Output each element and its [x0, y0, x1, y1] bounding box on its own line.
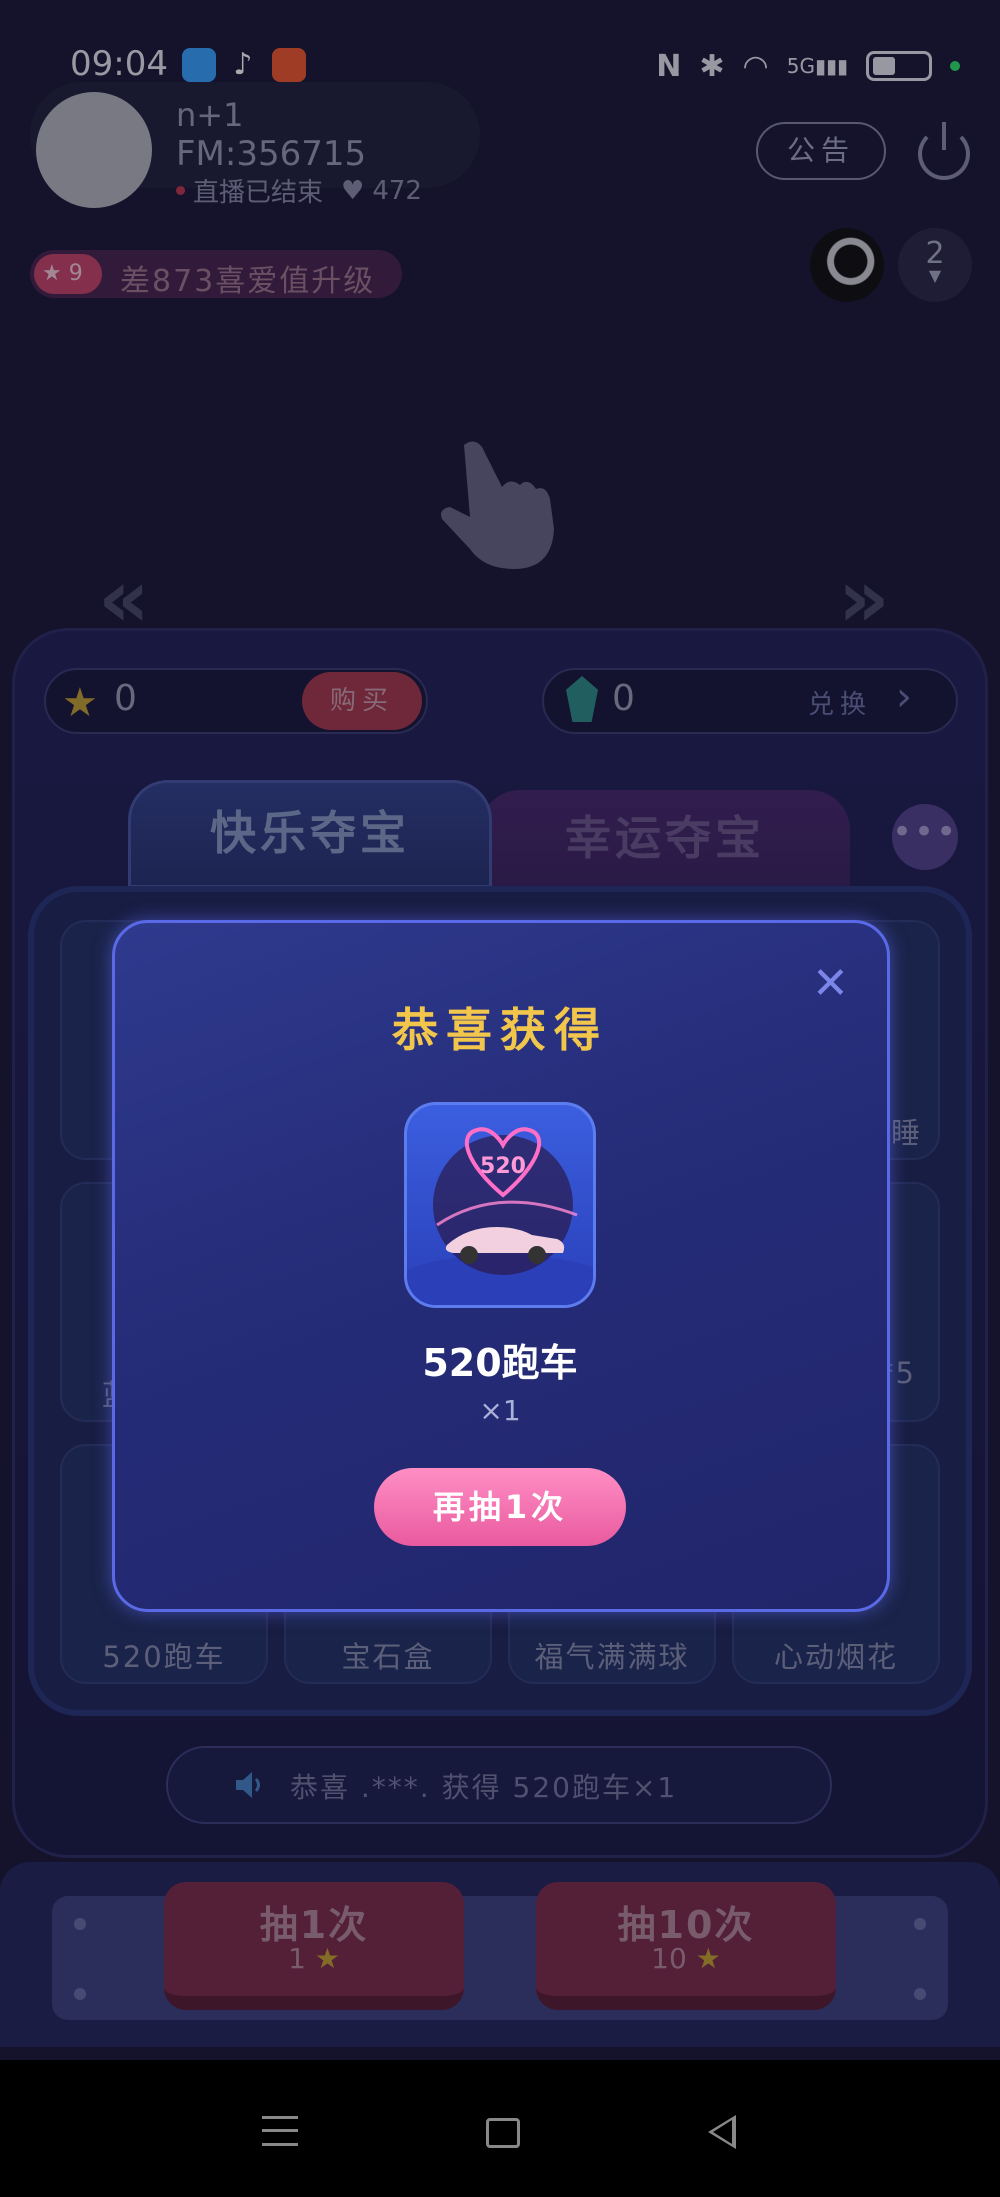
sports-car-icon: 520	[407, 1127, 593, 1305]
modal-title: 恭喜获得	[392, 1003, 608, 1057]
prize-badge-text: 520	[480, 1154, 526, 1179]
prize-name: 520跑车	[422, 1341, 578, 1385]
prize-quantity: ×1	[479, 1394, 521, 1427]
prize-image: 520	[404, 1102, 596, 1308]
menu-icon[interactable]	[262, 2116, 298, 2146]
back-icon[interactable]	[708, 2115, 736, 2149]
home-icon[interactable]	[486, 2118, 520, 2148]
draw-again-button[interactable]: 再抽1次	[374, 1468, 626, 1546]
